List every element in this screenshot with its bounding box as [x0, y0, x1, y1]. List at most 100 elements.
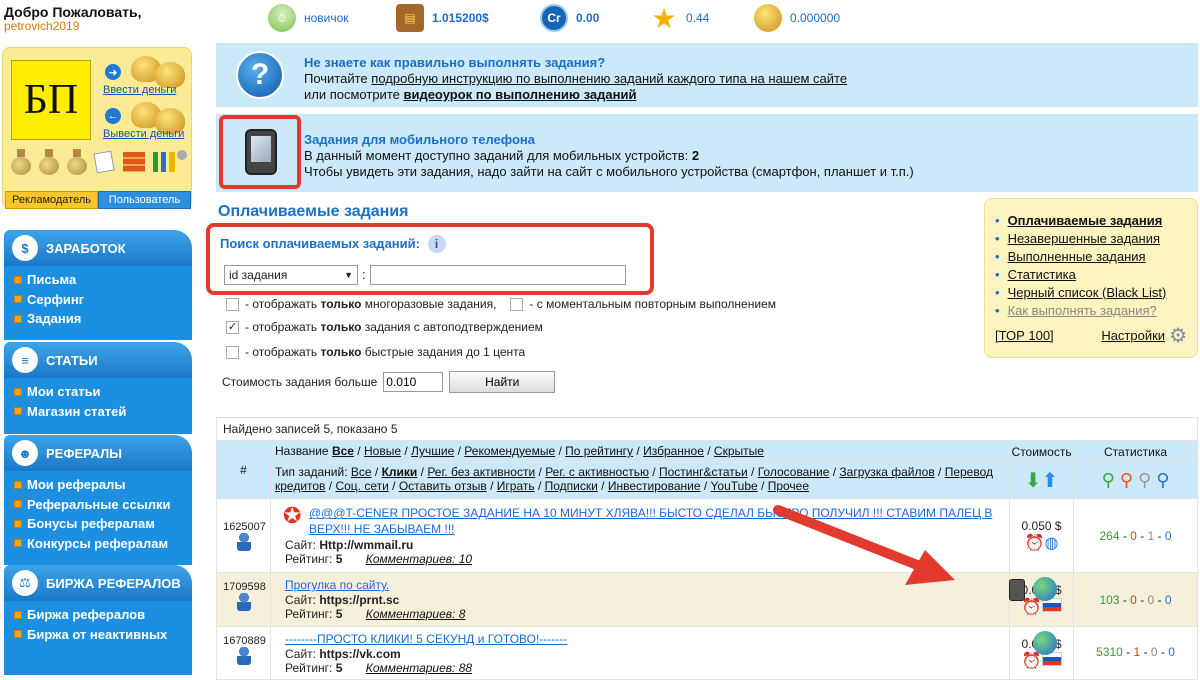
arrow-left-icon: ←: [105, 108, 121, 124]
sort-new[interactable]: Новые: [364, 444, 401, 458]
arrow-up-icon[interactable]: ⬆: [1042, 470, 1059, 492]
type-social[interactable]: Соц. сети: [335, 479, 388, 493]
tasks-sidebar: Оплачиваемые задания Незавершенные задан…: [984, 198, 1198, 358]
chart-icon[interactable]: [153, 152, 175, 172]
red-pin-icon: ⚲: [1119, 470, 1134, 490]
sort-recommended[interactable]: Рекомендуемые: [464, 444, 555, 458]
type-voting[interactable]: Голосование: [758, 465, 830, 479]
type-file-upload[interactable]: Загрузка файлов: [839, 465, 934, 479]
sidebar-completed-tasks[interactable]: Выполненные задания: [995, 247, 1187, 265]
sidebar-how-to[interactable]: Как выполнять задания?: [995, 301, 1187, 319]
menu-item-inactive-exchange[interactable]: Биржа от неактивных: [14, 625, 192, 645]
sidebar-blacklist[interactable]: Черный список (Black List): [995, 283, 1187, 301]
menu-item-letters[interactable]: Письма: [14, 270, 192, 290]
bricks-icon[interactable]: [123, 152, 145, 172]
role-user-button[interactable]: Пользователь: [98, 191, 191, 209]
type-other[interactable]: Прочее: [768, 479, 809, 493]
sidebar-statistics[interactable]: Статистика: [995, 265, 1187, 283]
type-investing[interactable]: Инвестирование: [608, 479, 701, 493]
found-count: Найдено записей 5, показано 5: [216, 417, 1198, 441]
search-field-select[interactable]: id задания ▼: [224, 265, 358, 285]
type-all[interactable]: Все: [351, 465, 372, 479]
info-icon[interactable]: i: [427, 235, 446, 253]
search-field-value: id задания: [229, 268, 288, 282]
arrow-down-icon[interactable]: ⬇: [1025, 470, 1042, 492]
deposit-link[interactable]: Ввести деньги: [103, 84, 176, 96]
sidebar-link[interactable]: Как выполнять задания?: [1008, 303, 1157, 318]
type-reg-no-activity[interactable]: Рег. без активности: [427, 465, 535, 479]
task-title-link[interactable]: --------ПРОСТО КЛИКИ! 5 СЕКУНД и ГОТОВО!…: [285, 632, 567, 646]
menu-exchange-header[interactable]: ⚖ БИРЖА РЕФЕРАЛОВ: [4, 565, 192, 601]
section-title: Оплачиваемые задания: [218, 203, 409, 220]
menu-articles: Мои статьи Магазин статей: [4, 378, 192, 434]
menu-earnings-header[interactable]: $ ЗАРАБОТОК: [4, 230, 192, 266]
type-review[interactable]: Оставить отзыв: [399, 479, 487, 493]
menu-item-tasks[interactable]: Задания: [14, 309, 192, 329]
sort-all[interactable]: Все: [332, 444, 354, 458]
menu-referrals-header[interactable]: ☻ РЕФЕРАЛЫ: [4, 435, 192, 471]
settings-link[interactable]: Настройки: [1101, 328, 1165, 343]
menu-item-article-store[interactable]: Магазин статей: [14, 402, 192, 422]
top100-link[interactable]: [ТОР 100]: [995, 328, 1054, 343]
sort-best[interactable]: Лучшие: [411, 444, 454, 458]
sort-favorites[interactable]: Избранное: [643, 444, 704, 458]
help-title: Не знаете как правильно выполнять задани…: [304, 55, 606, 70]
username[interactable]: petrovich2019: [4, 19, 79, 33]
task-id: 1709598: [223, 581, 266, 593]
search-input[interactable]: [370, 265, 626, 285]
type-label: Тип заданий:: [274, 465, 348, 479]
checkbox-autoconfirm[interactable]: ✓: [226, 320, 239, 334]
task-id-cell: 1670889: [216, 626, 271, 680]
checkbox-reusable[interactable]: [226, 297, 239, 311]
sidebar-link[interactable]: Выполненные задания: [1008, 249, 1146, 264]
menu-item-ref-links[interactable]: Реферальные ссылки: [14, 495, 192, 515]
sidebar-link[interactable]: Статистика: [1008, 267, 1076, 282]
type-reg-activity[interactable]: Рег. с активностью: [545, 465, 649, 479]
task-rating: Рейтинг: 5 Комментариев: 88: [275, 661, 1005, 675]
menu-articles-header[interactable]: ≡ СТАТЬИ: [4, 342, 192, 378]
sidebar-link[interactable]: Черный список (Black List): [1008, 285, 1167, 300]
stat-bad: 0: [1130, 593, 1137, 607]
task-title-link[interactable]: Прогулка по сайту.: [285, 578, 389, 592]
help-icon: ?: [236, 51, 284, 99]
menu-item-my-referrals[interactable]: Мои рефералы: [14, 475, 192, 495]
task-stats: 103 - 0 - 0 - 0: [1073, 572, 1198, 627]
type-subscriptions[interactable]: Подписки: [545, 479, 598, 493]
sort-rating[interactable]: По рейтингу: [565, 444, 633, 458]
sidebar-link[interactable]: Незавершенные задания: [1008, 231, 1160, 246]
sidebar-paid-tasks[interactable]: Оплачиваемые задания: [995, 211, 1187, 229]
comments-link[interactable]: Комментариев: 8: [366, 607, 466, 621]
type-posting[interactable]: Постинг&статьи: [659, 465, 748, 479]
menu-item-my-articles[interactable]: Мои статьи: [14, 382, 192, 402]
find-button[interactable]: Найти: [449, 371, 556, 393]
checkbox-instant-repeat[interactable]: [510, 297, 524, 311]
notepad-icon[interactable]: [93, 150, 115, 174]
gear-icon[interactable]: ⚙: [1169, 323, 1187, 348]
comments-link[interactable]: Комментариев: 88: [366, 661, 472, 675]
filter-bold: только: [320, 297, 362, 311]
menu-item-surfing[interactable]: Серфинг: [14, 290, 192, 310]
task-title-link[interactable]: @@@T-CENER ПРОСТОЕ ЗАДАНИЕ НА 10 МИНУТ Х…: [309, 506, 992, 536]
comments-link[interactable]: Комментариев: 10: [366, 552, 472, 566]
sort-hidden[interactable]: Скрытые: [714, 444, 764, 458]
menu-item-ref-bonuses[interactable]: Бонусы рефералам: [14, 514, 192, 534]
checkbox-fast[interactable]: [226, 345, 239, 359]
task-site-value: https://prnt.sc: [319, 593, 400, 607]
site-label: Сайт:: [284, 538, 316, 552]
type-clicks[interactable]: Клики: [382, 465, 418, 479]
sidebar-link[interactable]: Оплачиваемые задания: [1008, 213, 1163, 228]
role-advertiser-button[interactable]: Рекламодатель: [5, 191, 98, 209]
type-youtube[interactable]: YouTube: [711, 479, 758, 493]
type-play[interactable]: Играть: [497, 479, 535, 493]
cost-input[interactable]: [383, 372, 444, 392]
video-lesson-link[interactable]: видеоурок по выполнению заданий: [403, 87, 636, 102]
help-line2-prefix: или посмотрите: [304, 87, 404, 102]
alarm-clock-icon: ⏰: [1021, 599, 1042, 616]
gear-icon[interactable]: [177, 150, 187, 160]
instruction-link[interactable]: подробную инструкцию по выполнению задан…: [371, 71, 847, 86]
withdraw-link[interactable]: Вывести деньги: [103, 128, 184, 140]
sidebar-unfinished-tasks[interactable]: Незавершенные задания: [995, 229, 1187, 247]
menu-item-ref-contests[interactable]: Конкурсы рефералам: [14, 534, 192, 554]
menu-item-ref-exchange[interactable]: Биржа рефералов: [14, 605, 192, 625]
filter-text: задания с автоподтверждением: [361, 320, 543, 334]
